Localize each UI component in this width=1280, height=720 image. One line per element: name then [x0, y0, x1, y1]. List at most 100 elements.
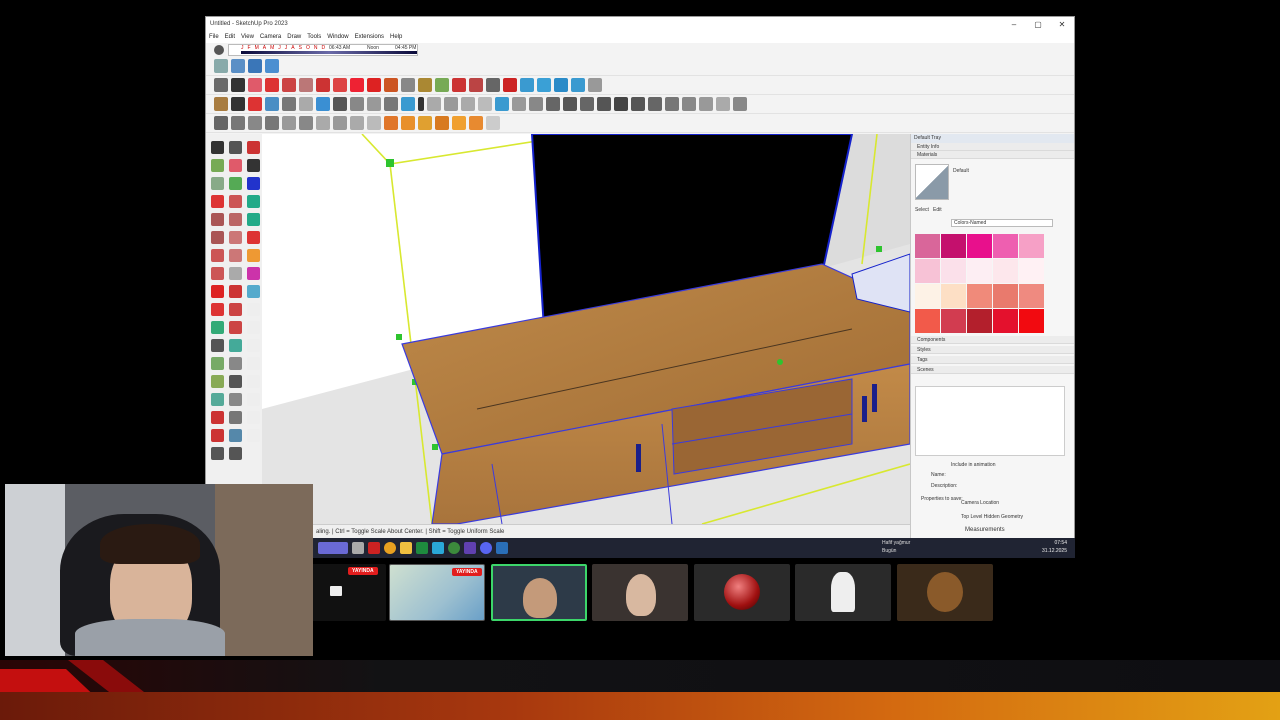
outer-shell-icon[interactable] — [512, 97, 526, 111]
chrome-icon[interactable] — [384, 542, 396, 554]
orbit-tool-icon[interactable] — [452, 78, 466, 92]
look-around-icon[interactable] — [299, 116, 313, 130]
hidden-line-icon[interactable] — [631, 97, 645, 111]
tape-tool-icon[interactable] — [211, 339, 224, 352]
menu-camera[interactable]: Camera — [260, 34, 281, 40]
zoom-extents-icon[interactable] — [503, 78, 517, 92]
shadow-toggle-icon[interactable] — [214, 45, 224, 55]
sketchup-icon[interactable] — [496, 542, 508, 554]
cloud-icon[interactable] — [367, 97, 381, 111]
viewer-tile-map[interactable]: YAYINDA — [389, 564, 485, 621]
material-swatch[interactable] — [993, 309, 1018, 333]
material-swatch[interactable] — [1019, 234, 1044, 258]
polygon-tool-icon[interactable] — [229, 231, 242, 244]
position-camera-icon[interactable] — [265, 116, 279, 130]
open-icon[interactable] — [214, 97, 228, 111]
viewer-tile-camera[interactable] — [592, 564, 688, 621]
material-swatch[interactable] — [1019, 284, 1044, 308]
entity-icon[interactable] — [214, 116, 228, 130]
scale-tool-icon[interactable] — [211, 321, 224, 334]
globe-icon[interactable] — [231, 116, 245, 130]
light-icon[interactable] — [435, 116, 449, 130]
zoom-tool-icon[interactable] — [211, 411, 224, 424]
iso-view-icon[interactable] — [231, 59, 245, 73]
tape-measure-icon[interactable] — [401, 78, 415, 92]
spline-icon[interactable] — [211, 267, 224, 280]
extension-manager-icon[interactable] — [571, 78, 585, 92]
help-icon[interactable] — [588, 78, 602, 92]
warehouse-icon[interactable] — [520, 78, 534, 92]
material-swatch[interactable] — [941, 309, 966, 333]
material-swatch[interactable] — [993, 284, 1018, 308]
sun-icon[interactable] — [384, 116, 398, 130]
app-icon[interactable] — [368, 542, 380, 554]
viewer-tile-camera[interactable] — [491, 564, 587, 621]
bezier-icon[interactable] — [229, 267, 242, 280]
sun-shadow-icon[interactable] — [452, 116, 466, 130]
section-display-icon[interactable] — [333, 116, 347, 130]
section-icon[interactable] — [299, 97, 313, 111]
task-view-icon[interactable] — [352, 542, 364, 554]
grid-icon[interactable] — [733, 97, 747, 111]
paint-icon[interactable] — [211, 159, 224, 172]
top-view-icon[interactable] — [248, 59, 262, 73]
material-swatch[interactable] — [915, 309, 940, 333]
components-icon[interactable] — [265, 97, 279, 111]
text-tool-icon[interactable] — [229, 357, 242, 370]
hexagon-icon[interactable] — [350, 97, 364, 111]
clock[interactable]: 07:54 31.12.2025 — [1042, 539, 1067, 555]
push-pull-icon[interactable] — [316, 78, 330, 92]
dimension-icon[interactable] — [211, 357, 224, 370]
dim-icon[interactable] — [427, 97, 441, 111]
tab-edit[interactable]: Edit — [933, 207, 942, 213]
pan-icon[interactable] — [469, 78, 483, 92]
close-button[interactable]: ✕ — [1050, 20, 1074, 29]
settings-icon[interactable] — [231, 97, 245, 111]
pan-tool-icon[interactable] — [229, 393, 242, 406]
solid-union-icon[interactable] — [444, 97, 458, 111]
eraser-icon[interactable] — [248, 78, 262, 92]
sandbox-icon[interactable] — [529, 97, 543, 111]
select-tool-icon[interactable] — [211, 141, 224, 154]
weather-widget[interactable]: Hafif yağmur Bugün — [882, 539, 910, 555]
paint-bucket-icon[interactable] — [435, 78, 449, 92]
3d-text-icon[interactable] — [229, 375, 242, 388]
material-swatch[interactable] — [941, 234, 966, 258]
rotate-tool-icon[interactable] — [211, 303, 224, 316]
make-component-icon[interactable] — [247, 141, 260, 154]
excel-icon[interactable] — [416, 542, 428, 554]
section-tool-icon[interactable] — [247, 267, 260, 280]
sphere-icon[interactable] — [333, 97, 347, 111]
scenes-list[interactable] — [915, 386, 1065, 456]
textured-icon[interactable] — [665, 97, 679, 111]
material-swatch[interactable] — [967, 234, 992, 258]
camera-location-checkbox[interactable]: Camera Location — [961, 500, 999, 506]
material-swatch[interactable] — [941, 259, 966, 283]
circle-tool-icon[interactable] — [211, 231, 224, 244]
solid-subtract-icon[interactable] — [461, 97, 475, 111]
lasso-icon[interactable] — [229, 141, 242, 154]
material-swatch[interactable] — [967, 259, 992, 283]
menu-view[interactable]: View — [241, 34, 254, 40]
scale-tool-active-icon[interactable] — [247, 285, 260, 298]
rotate-icon[interactable] — [367, 78, 381, 92]
material-swatch[interactable] — [941, 284, 966, 308]
xray-icon[interactable] — [699, 97, 713, 111]
axes-tool-icon[interactable] — [211, 375, 224, 388]
menu-draw[interactable]: Draw — [287, 34, 301, 40]
section-fill-icon[interactable] — [367, 116, 381, 130]
arc-tool-icon[interactable] — [247, 195, 260, 208]
share-icon[interactable] — [401, 97, 415, 111]
back-edges-icon[interactable] — [716, 97, 730, 111]
viewer-tile-avatar[interactable] — [795, 564, 891, 621]
material-swatch[interactable] — [1019, 259, 1044, 283]
folder-icon[interactable] — [400, 542, 412, 554]
move-icon[interactable] — [350, 78, 364, 92]
section-components[interactable]: Components — [911, 336, 1074, 344]
freehand-icon[interactable] — [229, 195, 242, 208]
menu-edit[interactable]: Edit — [225, 34, 235, 40]
section-scenes[interactable]: Scenes — [911, 366, 1074, 374]
compass-icon[interactable] — [486, 116, 500, 130]
include-in-animation[interactable]: Include in animation — [951, 462, 995, 468]
move-tool-icon[interactable] — [211, 285, 224, 298]
